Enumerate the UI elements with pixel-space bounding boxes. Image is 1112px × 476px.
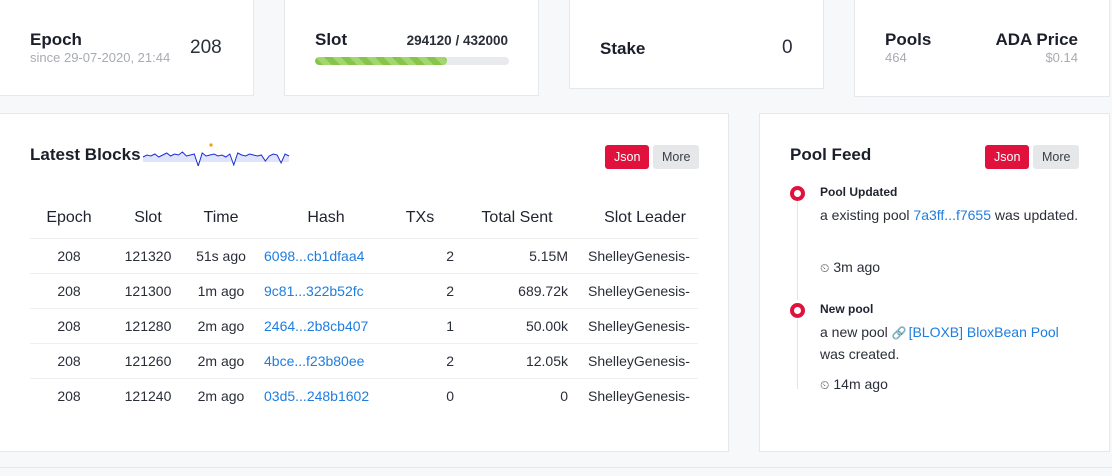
cell-epoch: 208: [30, 308, 108, 344]
blocks-table-header: Epoch Slot Time Hash TXs Total Sent Slot…: [30, 198, 698, 239]
col-total-sent: Total Sent: [464, 198, 578, 239]
col-hash: Hash: [254, 198, 384, 239]
cell-total-sent: 50.00k: [464, 308, 578, 344]
cell-epoch: 208: [30, 273, 108, 309]
bottom-divider: [0, 467, 1112, 468]
epoch-value: 208: [190, 37, 222, 58]
slot-card: Slot 294120 / 432000: [284, 0, 539, 96]
stake-card: Stake 0: [569, 0, 824, 89]
cell-txs: 2: [384, 343, 464, 379]
cell-total-sent: 0: [560, 387, 568, 404]
cell-txs: 2: [384, 238, 464, 274]
epoch-card: Epoch since 29-07-2020, 21:44 208: [0, 0, 254, 96]
blocks-more-button[interactable]: More: [653, 145, 700, 169]
latest-blocks-title: Latest Blocks: [30, 145, 141, 164]
feed-item-time: ⏲ 14m ago: [820, 376, 888, 393]
ada-price-value: $0.14: [1045, 50, 1078, 65]
ada-price-title: ADA Price: [995, 30, 1078, 49]
pool-feed-panel: Pool Feed Json More Pool Updated a exist…: [759, 113, 1110, 452]
cell-slot: 121280: [108, 308, 188, 344]
feed-text-post: was created.: [820, 346, 900, 362]
feed-text-post: was updated.: [991, 207, 1079, 223]
pool-feed-title: Pool Feed: [790, 145, 872, 164]
table-row: 208 121320 51s ago 6098...cb1dfaa4 2 5.1…: [30, 238, 698, 274]
col-time: Time: [188, 198, 254, 239]
epoch-since: since 29-07-2020, 21:44: [30, 50, 171, 65]
cell-slot-leader: ShelleyGenesis-: [578, 343, 698, 379]
cell-slot-leader: ShelleyGenesis-: [588, 387, 690, 404]
feed-item-text: a new pool 🔗 [BLOXB] BloxBean Pool was cr…: [820, 322, 1080, 365]
table-row: 208 121260 2m ago 4bce...f23b80ee 2 12.0…: [30, 343, 698, 379]
feed-time-text: 14m ago: [833, 376, 888, 392]
feed-text-pre: a new pool: [820, 324, 892, 340]
cell-total-sent: 12.05k: [464, 343, 578, 379]
cell-epoch: 208: [57, 387, 81, 404]
block-hash-link[interactable]: 2464...2b8cb407: [264, 318, 368, 334]
slot-range: 294120 / 432000: [406, 33, 508, 48]
pool-feed-json-button[interactable]: Json: [985, 145, 1030, 169]
cell-slot-leader: ShelleyGenesis-: [578, 308, 698, 344]
col-slot: Slot: [108, 198, 188, 239]
stake-title: Stake: [600, 39, 646, 58]
cell-slot-leader: ShelleyGenesis-: [578, 273, 698, 309]
slot-progress-fill: [315, 57, 447, 65]
sparkline-spike: [209, 143, 213, 147]
cell-time: 2m ago: [188, 308, 254, 344]
feed-time-text: 3m ago: [833, 259, 881, 275]
feed-item-time: ⏲ 3m ago: [820, 259, 880, 276]
feed-timeline: [797, 202, 798, 300]
clock-icon: ⏲: [820, 378, 830, 392]
blocks-sparkline: [142, 143, 290, 166]
feed-timeline: [797, 319, 798, 389]
feed-item-heading: Pool Updated: [820, 185, 898, 199]
block-hash-link[interactable]: 9c81...322b52fc: [264, 283, 364, 299]
table-row: 208 121300 1m ago 9c81...322b52fc 2 689.…: [30, 273, 698, 309]
cell-txs: 2: [384, 273, 464, 309]
cell-txs: 0: [446, 387, 454, 404]
block-hash-link[interactable]: 03d5...248b1602: [264, 388, 369, 404]
pool-name-text: [BLOXB] BloxBean Pool: [908, 324, 1059, 340]
cell-total-sent: 5.15M: [464, 238, 578, 274]
col-epoch: Epoch: [30, 198, 108, 239]
cell-slot: 121320: [108, 238, 188, 274]
block-hash-link[interactable]: 6098...cb1dfaa4: [264, 248, 364, 264]
pool-name-link[interactable]: 🔗 [BLOXB] BloxBean Pool: [892, 324, 1059, 340]
table-row: 208 121280 2m ago 2464...2b8cb407 1 50.0…: [30, 308, 698, 344]
cell-slot: 121300: [108, 273, 188, 309]
blocks-table: Epoch Slot Time Hash TXs Total Sent Slot…: [30, 198, 698, 413]
blocks-json-button[interactable]: Json: [605, 145, 650, 169]
clock-icon: ⏲: [820, 261, 830, 275]
pools-price-card: Pools 464 ADA Price $0.14: [854, 0, 1110, 97]
stake-value: 0: [782, 37, 793, 58]
table-row: 208 121240 2m ago 03d5...248b1602 0 0 Sh…: [30, 378, 698, 413]
cell-slot: 121260: [108, 343, 188, 379]
feed-dot: [790, 186, 805, 201]
cell-time: 2m ago: [197, 387, 245, 404]
feed-item-text: a existing pool 7a3ff...f7655 was update…: [820, 205, 1080, 226]
cell-time: 2m ago: [188, 343, 254, 379]
link-icon: 🔗: [891, 326, 907, 340]
feed-item-heading: New pool: [820, 302, 874, 316]
block-hash-link[interactable]: 4bce...f23b80ee: [264, 353, 364, 369]
col-slot-leader: Slot Leader: [578, 198, 698, 239]
pools-value: 464: [885, 50, 907, 65]
cell-time: 1m ago: [188, 273, 254, 309]
cell-total-sent: 689.72k: [464, 273, 578, 309]
cell-txs: 1: [384, 308, 464, 344]
epoch-title: Epoch: [30, 30, 82, 49]
feed-dot: [790, 303, 805, 318]
slot-title: Slot: [315, 30, 348, 49]
cell-slot-leader: ShelleyGenesis-: [578, 238, 698, 274]
col-txs: TXs: [384, 198, 464, 239]
cell-slot: 121240: [124, 387, 172, 404]
cell-epoch: 208: [30, 343, 108, 379]
pool-feed-more-button[interactable]: More: [1033, 145, 1080, 169]
feed-text-pre: a existing pool: [820, 207, 914, 223]
pool-id-link[interactable]: 7a3ff...f7655: [913, 207, 991, 223]
pools-title: Pools: [885, 30, 932, 49]
cell-time: 51s ago: [188, 238, 254, 274]
cell-epoch: 208: [30, 238, 108, 274]
slot-progress-bar: [315, 57, 509, 65]
